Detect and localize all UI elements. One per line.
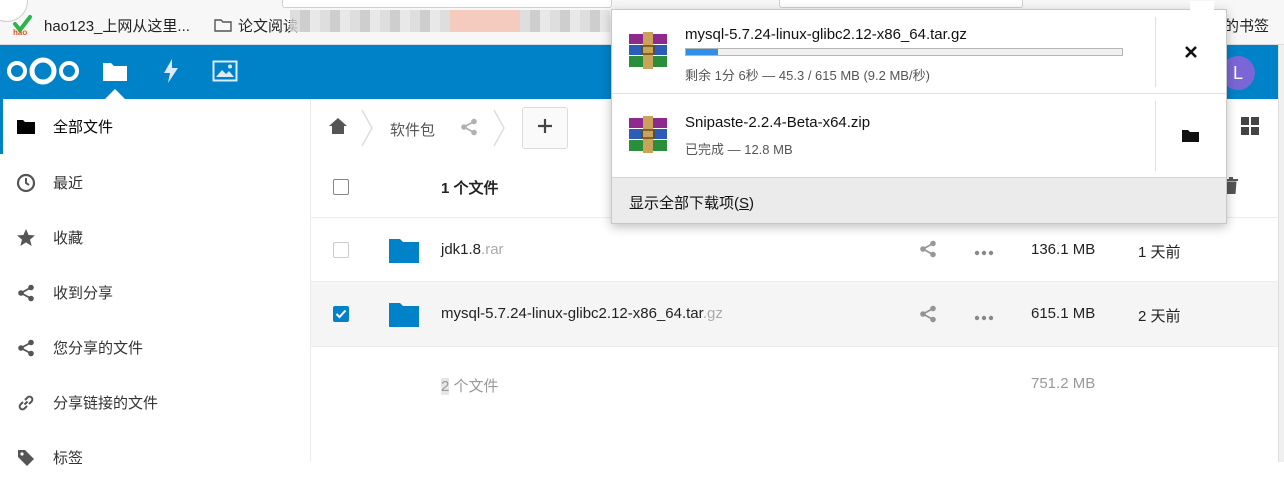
sidebar-item-shared-with-you[interactable]: 收到分享 bbox=[0, 265, 311, 320]
file-count-summary: 2 个文件 bbox=[441, 375, 499, 396]
sidebar-item-label: 最近 bbox=[53, 175, 84, 192]
sidebar-item-label: 您分享的文件 bbox=[53, 340, 144, 357]
plus-icon bbox=[536, 117, 554, 140]
sidebar-item-shared-by-you[interactable]: 您分享的文件 bbox=[0, 320, 311, 375]
show-all-suffix: ) bbox=[749, 195, 755, 212]
cancel-download-button[interactable] bbox=[1155, 17, 1226, 87]
download-item-mysql[interactable]: mysql-5.7.24-linux-glibc2.12-x86_64.tar.… bbox=[612, 10, 1226, 94]
avatar-letter: L bbox=[1232, 62, 1243, 83]
folder-outline-icon bbox=[214, 18, 232, 32]
bookmark-other[interactable]: 的书签 bbox=[1224, 15, 1269, 35]
row-checkbox[interactable] bbox=[333, 306, 349, 322]
close-icon bbox=[1185, 46, 1197, 58]
share-icon[interactable] bbox=[460, 118, 480, 138]
sidebar-item-all-files[interactable]: 全部文件 bbox=[0, 99, 311, 154]
add-new-button[interactable] bbox=[522, 107, 568, 149]
redacted-bookmarks bbox=[290, 10, 450, 32]
tag-icon bbox=[16, 448, 36, 468]
total-size-summary: 751.2 MB bbox=[1031, 375, 1096, 392]
more-actions-icon[interactable] bbox=[974, 308, 996, 322]
bookmark-folder-papers[interactable]: 论文阅读 bbox=[214, 15, 298, 35]
redacted-bookmarks bbox=[520, 10, 610, 32]
file-size: 615.1 MB bbox=[1031, 305, 1096, 322]
file-name[interactable]: jdk1.8.rar bbox=[441, 241, 504, 258]
redacted-bookmarks bbox=[450, 10, 520, 32]
show-all-downloads-button[interactable]: 显示全部下载项(S) bbox=[612, 177, 1226, 223]
open-containing-folder-button[interactable] bbox=[1155, 101, 1226, 171]
sidebar-item-recent[interactable]: 最近 bbox=[0, 155, 311, 210]
downloads-panel: mysql-5.7.24-linux-glibc2.12-x86_64.tar.… bbox=[611, 1, 1227, 224]
sidebar-item-label: 分享链接的文件 bbox=[53, 395, 159, 412]
sidebar-item-label: 标签 bbox=[53, 450, 84, 467]
show-all-text: 显示全部下载项( bbox=[629, 195, 739, 212]
scrollbar[interactable] bbox=[1278, 45, 1284, 462]
share-icon bbox=[16, 283, 36, 303]
share-icon[interactable] bbox=[919, 240, 941, 260]
link-icon bbox=[16, 393, 36, 413]
activity-app-icon[interactable] bbox=[158, 58, 184, 84]
selection-count: 1 个文件 bbox=[441, 180, 499, 197]
more-actions-icon[interactable] bbox=[974, 243, 996, 257]
file-name[interactable]: mysql-5.7.24-linux-glibc2.12-x86_64.tar.… bbox=[441, 305, 723, 322]
sidebar-item-label: 收藏 bbox=[53, 230, 84, 247]
breadcrumb-separator bbox=[361, 109, 373, 147]
download-status: 已完成 — 12.8 MB bbox=[685, 142, 793, 157]
winrar-archive-icon bbox=[629, 32, 667, 69]
breadcrumb-separator bbox=[493, 109, 505, 147]
sidebar: 全部文件 最近 收藏 收到分享 您分享的文件 分享链接的文件 标签 bbox=[0, 99, 311, 467]
archive-file-icon bbox=[389, 303, 419, 327]
nextcloud-logo-icon[interactable] bbox=[4, 57, 82, 85]
home-icon[interactable] bbox=[328, 117, 350, 137]
share-icon[interactable] bbox=[919, 305, 941, 325]
bookmark-hao123[interactable]: hao hao123_上网从这里... bbox=[12, 14, 190, 37]
row-checkbox[interactable] bbox=[333, 242, 349, 258]
breadcrumb-current[interactable]: 软件包 bbox=[390, 119, 435, 140]
star-icon bbox=[16, 228, 36, 248]
active-app-indicator bbox=[105, 89, 125, 99]
sidebar-item-label: 收到分享 bbox=[53, 285, 114, 302]
bookmark-label: 的书签 bbox=[1224, 17, 1270, 35]
sidebar-item-label: 全部文件 bbox=[53, 119, 114, 136]
archive-file-icon bbox=[389, 239, 419, 263]
bookmark-label: 论文阅读 bbox=[238, 17, 299, 35]
download-item-snipaste[interactable]: Snipaste-2.2.4-Beta-x64.zip 已完成 — 12.8 M… bbox=[612, 94, 1226, 178]
download-status: 剩余 1分 6秒 — 45.3 / 615 MB (9.2 MB/秒) bbox=[685, 68, 930, 83]
file-size: 136.1 MB bbox=[1031, 241, 1096, 258]
svg-text:hao: hao bbox=[13, 28, 27, 36]
clock-icon bbox=[16, 173, 36, 193]
grid-view-icon[interactable] bbox=[1237, 113, 1263, 139]
file-name-base: mysql-5.7.24-linux-glibc2.12-x86_64.tar bbox=[441, 305, 703, 322]
open-folder-icon bbox=[1182, 130, 1199, 142]
download-progress-bar bbox=[685, 48, 1123, 56]
bookmark-label: hao123_上网从这里... bbox=[44, 17, 190, 35]
address-bar[interactable] bbox=[282, 0, 612, 8]
file-extension: .gz bbox=[702, 305, 723, 322]
search-bar[interactable] bbox=[779, 0, 1023, 8]
select-all-checkbox[interactable] bbox=[333, 179, 349, 195]
file-name-base: jdk1.8 bbox=[441, 241, 482, 258]
hao123-logo-icon: hao bbox=[12, 14, 38, 37]
gallery-app-icon[interactable] bbox=[212, 58, 238, 84]
show-all-downloads-label: 显示全部下载项(S) bbox=[629, 192, 754, 213]
file-modified: 2 天前 bbox=[1138, 308, 1181, 325]
winrar-archive-icon bbox=[629, 116, 667, 153]
download-file-name: mysql-5.7.24-linux-glibc2.12-x86_64.tar.… bbox=[685, 26, 967, 43]
files-app-icon[interactable] bbox=[102, 58, 128, 84]
file-modified: 1 天前 bbox=[1138, 244, 1181, 261]
checkmark-icon bbox=[335, 309, 347, 319]
sidebar-item-shared-by-link[interactable]: 分享链接的文件 bbox=[0, 375, 311, 430]
file-count-label: 个文件 bbox=[449, 378, 499, 395]
folder-icon bbox=[16, 117, 36, 137]
sidebar-item-favorites[interactable]: 收藏 bbox=[0, 210, 311, 265]
show-all-accesskey: S bbox=[739, 195, 750, 212]
download-file-name: Snipaste-2.2.4-Beta-x64.zip bbox=[685, 114, 871, 131]
download-progress-fill bbox=[686, 49, 719, 55]
file-extension: .rar bbox=[481, 241, 504, 258]
sidebar-item-tags[interactable]: 标签 bbox=[0, 430, 311, 485]
share-icon bbox=[16, 338, 36, 358]
